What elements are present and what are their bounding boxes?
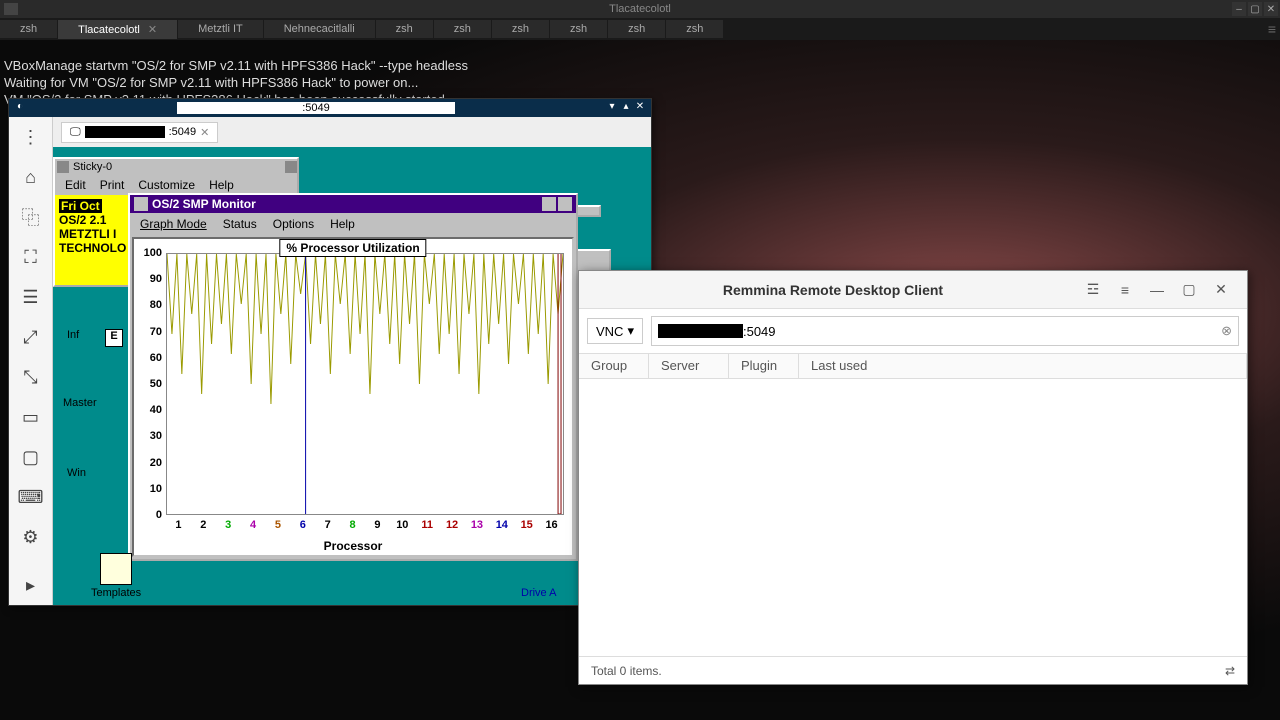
vnc-title-text: :5049 [177,102,455,114]
maximize-button[interactable]: ▢ [1175,276,1203,304]
minimize-button[interactable]: — [1143,276,1171,304]
win-icon[interactable]: Win [67,467,86,479]
maximize-button[interactable]: ▢ [1248,2,1262,16]
close-button[interactable]: ✕ [1207,276,1235,304]
app-menu-icon[interactable] [4,3,18,15]
vnc-min-button[interactable]: ▾ [605,101,619,115]
tab-zsh-6[interactable]: zsh [434,20,491,38]
clear-icon[interactable]: ⊗ [1221,323,1232,339]
connection-list-headers: Group Server Plugin Last used [579,353,1247,379]
protocol-dropdown[interactable]: VNC ▾ [587,318,643,344]
tab-menu-icon[interactable]: ≡ [1268,21,1276,37]
copy-icon[interactable]: ⿻ [19,205,43,229]
fit-icon[interactable]: ⛶ [19,245,43,269]
os2-desktop[interactable]: Sticky-0 Edit Print Customize Help Fri O… [53,147,651,605]
vnc-max-button[interactable]: ▴ [619,101,633,115]
smp-min-button[interactable] [542,197,556,211]
smp-titlebar[interactable]: OS/2 SMP Monitor [130,195,576,213]
keyboard-icon[interactable]: ⌨ [19,485,43,509]
screenshot-icon[interactable]: ▢ [19,445,43,469]
redacted-host [85,126,165,138]
header-group[interactable]: Group [579,354,649,378]
remmina-titlebar[interactable]: Remmina Remote Desktop Client ☲ ≡ — ▢ ✕ [579,271,1247,309]
tab-zsh-7[interactable]: zsh [492,20,549,38]
x-axis-label: Processor [134,539,572,553]
smp-monitor-window: OS/2 SMP Monitor Graph Mode Status Optio… [128,193,578,561]
vnc-sidebar-toolbar: ⋮ ⌂ ⿻ ⛶ ☰ ⤢ ⤡ ▭ ▢ ⌨ ⚙ ▸ [9,117,53,605]
remmina-title-text: Remmina Remote Desktop Client [591,282,1075,298]
expand-icon[interactable]: ▸ [19,573,43,597]
smp-menubar: Graph Mode Status Options Help [130,213,576,235]
vnc-close-button[interactable]: ✕ [633,101,647,115]
tab-zsh-9[interactable]: zsh [608,20,665,38]
window-title: Tlacatecolotl [609,3,671,15]
gear-icon[interactable]: ⚙ [19,525,43,549]
server-address-input[interactable]: :5049 ⊗ [651,316,1239,346]
drive-a-icon[interactable]: Drive A [521,567,556,599]
home-icon[interactable]: ⌂ [19,165,43,189]
vnc-spinner-icon: ◐ [13,101,27,115]
master-icon[interactable]: Master [63,397,97,409]
tab-metztli[interactable]: Metztli IT [178,20,263,38]
list-view-icon[interactable]: ☲ [1079,276,1107,304]
templates-icon[interactable]: Templates [91,553,141,599]
y-axis: 100 90 80 70 60 50 40 30 20 10 0 [134,253,164,515]
terminal-tabbar: zsh Tlacatecolotl✕ Metztli IT Nehnecacit… [0,18,1280,40]
remmina-toolbar: VNC ▾ :5049 ⊗ [579,309,1247,353]
monitor-icon: 🖵 [70,126,81,139]
sticky-titlebar[interactable]: Sticky-0 [55,159,297,175]
tab-zsh[interactable]: zsh [0,20,57,38]
fullscreen-icon[interactable]: ⤢ [19,325,43,349]
vnc-connection-tabs: 🖵 :5049 ✕ [53,117,651,147]
scale-icon[interactable]: ⤡ [19,365,43,389]
menu-help[interactable]: Help [322,215,363,233]
window-titlebar: Tlacatecolotl – ▢ ✕ [0,0,1280,18]
menu-help[interactable]: Help [203,177,240,193]
vnc-titlebar[interactable]: ◐ :5049 ▾ ▴ ✕ [9,99,651,117]
menu-options[interactable]: Options [265,215,322,233]
vnc-viewer-window: ◐ :5049 ▾ ▴ ✕ ⋮ ⌂ ⿻ ⛶ ☰ ⤢ ⤡ ▭ ▢ ⌨ ⚙ ▸ 🖵 … [8,98,652,606]
remmina-statusbar: Total 0 items. ⇄ [579,656,1247,684]
header-server[interactable]: Server [649,354,729,378]
tab-close-icon[interactable]: ✕ [200,126,209,139]
header-plugin[interactable]: Plugin [729,354,799,378]
smp-sysmenu-icon[interactable] [134,197,148,211]
sticky-menu-button[interactable] [285,161,297,173]
header-last-used[interactable]: Last used [799,354,1247,378]
smp-max-button[interactable] [558,197,572,211]
grab-icon[interactable]: ▭ [19,405,43,429]
connect-icon[interactable]: ⇄ [1225,664,1235,678]
menu-customize[interactable]: Customize [132,177,201,193]
tab-close-icon[interactable]: ✕ [148,24,157,36]
e-icon[interactable]: E [105,329,123,347]
tab-tlacatecolotl[interactable]: Tlacatecolotl✕ [58,20,177,39]
sticky-menubar: Edit Print Customize Help [55,175,297,195]
tab-zsh-5[interactable]: zsh [376,20,433,38]
menu-graph-mode[interactable]: Graph Mode [132,215,215,233]
cpu-chart: % Processor Utilization 100 90 80 70 60 … [132,237,574,557]
list-icon[interactable]: ☰ [19,285,43,309]
menu-icon[interactable]: ≡ [1111,276,1139,304]
menu-status[interactable]: Status [215,215,265,233]
info-icon[interactable]: Inf [67,329,79,341]
tab-nehne[interactable]: Nehnecacitlalli [264,20,375,38]
menu-edit[interactable]: Edit [59,177,92,193]
menu-print[interactable]: Print [94,177,131,193]
remmina-window: Remmina Remote Desktop Client ☲ ≡ — ▢ ✕ … [578,270,1248,685]
chart-canvas [166,253,564,515]
close-button[interactable]: ✕ [1264,2,1278,16]
tab-zsh-8[interactable]: zsh [550,20,607,38]
vnc-connection-tab[interactable]: 🖵 :5049 ✕ [61,122,218,143]
x-axis: 1234 5678 9101112 13141516 [166,519,564,537]
chevron-down-icon: ▾ [627,323,634,339]
redacted-host [658,324,743,338]
tab-zsh-10[interactable]: zsh [666,20,723,38]
menu-icon[interactable]: ⋮ [19,125,43,149]
minimize-button[interactable]: – [1232,2,1246,16]
chart-title: % Processor Utilization [279,239,426,257]
